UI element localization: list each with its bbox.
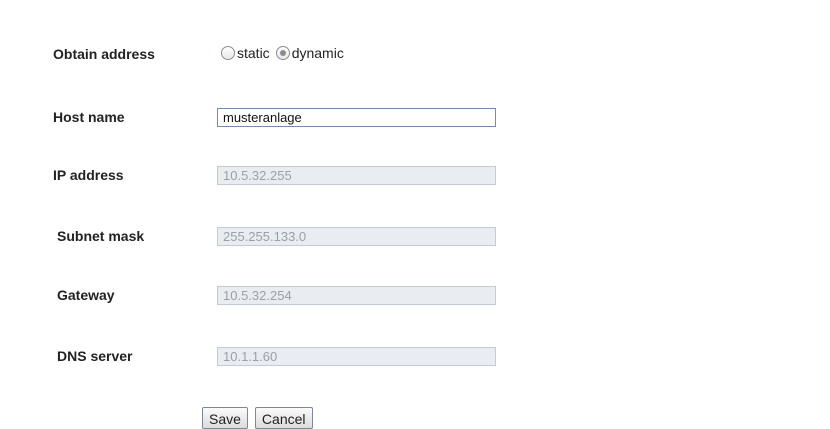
- ip-address-row: IP address: [0, 165, 830, 189]
- obtain-address-label: Obtain address: [53, 46, 155, 62]
- dns-server-label: DNS server: [57, 348, 133, 364]
- ip-address-label: IP address: [53, 167, 124, 183]
- obtain-address-row: Obtain address static dynamic: [0, 43, 830, 67]
- ip-address-input: [217, 166, 496, 185]
- form-buttons: Save Cancel: [202, 407, 313, 429]
- static-radio-label[interactable]: static: [237, 43, 270, 63]
- subnet-mask-input: [217, 227, 496, 246]
- subnet-mask-label: Subnet mask: [57, 228, 145, 244]
- cancel-button[interactable]: Cancel: [254, 407, 313, 429]
- host-name-label: Host name: [53, 109, 125, 125]
- gateway-label: Gateway: [57, 287, 115, 303]
- dynamic-radio-label[interactable]: dynamic: [292, 43, 344, 63]
- subnet-mask-row: Subnet mask: [0, 225, 830, 249]
- save-button[interactable]: Save: [202, 407, 248, 429]
- static-radio[interactable]: [221, 46, 235, 60]
- host-name-input[interactable]: [217, 108, 496, 127]
- gateway-row: Gateway: [0, 284, 830, 308]
- obtain-address-options: static dynamic: [221, 43, 350, 63]
- dns-server-input: [217, 347, 496, 366]
- dns-server-row: DNS server: [0, 345, 830, 369]
- dynamic-radio[interactable]: [275, 46, 290, 60]
- host-name-row: Host name: [0, 107, 830, 131]
- network-settings-form: Obtain address static dynamic Host name …: [0, 0, 830, 429]
- gateway-input: [217, 286, 496, 305]
